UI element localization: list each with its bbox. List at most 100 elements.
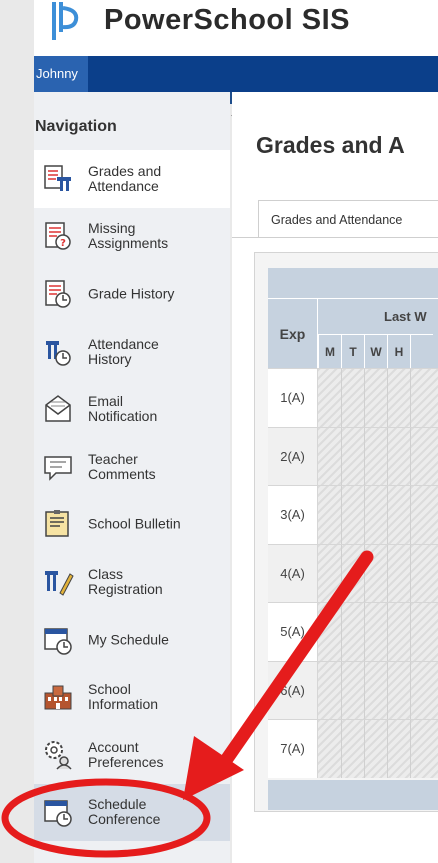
table-footer-band — [268, 780, 438, 810]
nav-label: Teacher Comments — [88, 450, 156, 482]
table-body: 1(A) 2(A) 3(A) 4(A) 5(A) 6(A) 7(A) — [268, 368, 438, 778]
nav-label: School Bulletin — [88, 515, 181, 532]
attendance-cells[interactable] — [318, 603, 438, 661]
table-row: 3(A) — [268, 485, 438, 544]
grade-history-icon — [45, 280, 71, 308]
cell-divider — [341, 369, 342, 427]
column-header-exp: Exp — [268, 298, 318, 368]
period-label: 4(A) — [268, 544, 318, 602]
user-bar: Johnny — [34, 56, 438, 92]
day-header: H — [387, 334, 410, 368]
attendance-cells[interactable] — [318, 486, 438, 544]
period-label: 3(A) — [268, 486, 318, 544]
cell-divider — [410, 661, 411, 719]
cell-divider — [364, 544, 365, 602]
nav-item-school-information[interactable]: School Information — [34, 668, 230, 726]
attendance-table: Exp Last W M T W H 1(A) 2(A) 3(A) 4(A) 5… — [268, 268, 438, 816]
tab-divider — [232, 237, 438, 238]
day-header-row: M T W H — [318, 334, 438, 368]
conference-icon — [44, 800, 72, 828]
screenshot-root: PowerSchool SIS Johnny Navigation Grades… — [0, 0, 438, 863]
cell-divider — [387, 369, 388, 427]
nav-label: Schedule Conference — [88, 796, 161, 828]
bulletin-icon — [45, 510, 69, 538]
nav-item-attendance-history[interactable]: Attendance History — [34, 323, 230, 381]
schedule-icon — [44, 627, 72, 655]
period-label: 6(A) — [268, 661, 318, 719]
day-header: T — [341, 334, 364, 368]
nav-item-class-registration[interactable]: Class Registration — [34, 553, 230, 611]
attendance-cells[interactable] — [318, 661, 438, 719]
sidebar: Navigation Grades and Attendance ? Missi… — [34, 92, 230, 863]
nav-label: Grade History — [88, 285, 175, 302]
table-row: 6(A) — [268, 660, 438, 719]
nav-label: School Information — [88, 681, 159, 713]
cell-divider — [410, 544, 411, 602]
cell-divider — [387, 661, 388, 719]
attendance-cells[interactable] — [318, 544, 438, 602]
table-row: 7(A) — [268, 719, 438, 778]
nav-label: Account Preferences — [88, 738, 164, 770]
period-label: 5(A) — [268, 603, 318, 661]
cell-divider — [387, 720, 388, 778]
email-icon — [45, 395, 71, 422]
nav-label: Grades and Attendance — [88, 162, 162, 194]
svg-text:?: ? — [60, 238, 66, 249]
cell-divider — [341, 486, 342, 544]
cell-divider — [341, 603, 342, 661]
cell-divider — [364, 486, 365, 544]
cell-divider — [364, 720, 365, 778]
attendance-cells[interactable] — [318, 427, 438, 485]
app-header: PowerSchool SIS — [34, 0, 438, 56]
column-header-last-week: Last W — [318, 298, 438, 334]
attendance-cells[interactable] — [318, 369, 438, 427]
registration-icon — [45, 570, 74, 596]
period-label: 1(A) — [268, 369, 318, 427]
cell-divider — [387, 544, 388, 602]
powerschool-logo-icon — [52, 2, 79, 40]
cell-divider — [364, 603, 365, 661]
period-label: 2(A) — [268, 427, 318, 485]
nav-label: Class Registration — [88, 565, 163, 597]
day-header: M — [318, 334, 341, 368]
table-row: 5(A) — [268, 602, 438, 661]
nav-item-schedule-conference[interactable]: Schedule Conference — [34, 783, 230, 842]
table-row: 2(A) — [268, 426, 438, 485]
comment-icon — [44, 456, 72, 481]
grades-attendance-icon — [44, 165, 71, 191]
table-row: 1(A) — [268, 368, 438, 427]
cell-divider — [387, 486, 388, 544]
attendance-cells[interactable] — [318, 720, 438, 778]
cell-divider — [410, 603, 411, 661]
page-title: Grades and A — [256, 132, 405, 158]
cell-divider — [341, 661, 342, 719]
nav-label: Missing Assignments — [88, 220, 169, 252]
student-name-tab[interactable]: Johnny — [34, 56, 88, 92]
navigation-heading: Navigation — [35, 118, 117, 135]
cell-divider — [341, 544, 342, 602]
nav-item-grade-history[interactable]: Grade History — [34, 265, 230, 323]
tab-grades-and-attendance[interactable]: Grades and Attendance — [258, 200, 438, 238]
cell-divider — [387, 427, 388, 485]
nav-item-account-preferences[interactable]: Account Preferences — [34, 726, 230, 784]
nav-item-teacher-comments[interactable]: Teacher Comments — [34, 438, 230, 496]
nav-item-school-bulletin[interactable]: School Bulletin — [34, 496, 230, 554]
cell-divider — [410, 427, 411, 485]
nav-item-grades-and-attendance[interactable]: Grades and Attendance — [34, 150, 230, 208]
nav-item-my-schedule[interactable]: My Schedule — [34, 611, 230, 669]
day-header: W — [364, 334, 387, 368]
cell-divider — [364, 369, 365, 427]
cell-divider — [410, 486, 411, 544]
cell-divider — [364, 427, 365, 485]
navigation-list: Grades and Attendance ? Missing Assignme… — [34, 150, 230, 842]
nav-label: My Schedule — [88, 631, 169, 648]
table-header-band — [268, 268, 438, 298]
nav-item-email-notification[interactable]: Email Notification — [34, 380, 230, 438]
preferences-icon — [45, 740, 72, 770]
attendance-history-icon — [46, 340, 71, 366]
period-label: 7(A) — [268, 720, 318, 778]
nav-label: Email Notification — [88, 393, 158, 425]
nav-item-missing-assignments[interactable]: ? Missing Assignments — [34, 208, 230, 266]
cell-divider — [341, 427, 342, 485]
cell-divider — [364, 661, 365, 719]
